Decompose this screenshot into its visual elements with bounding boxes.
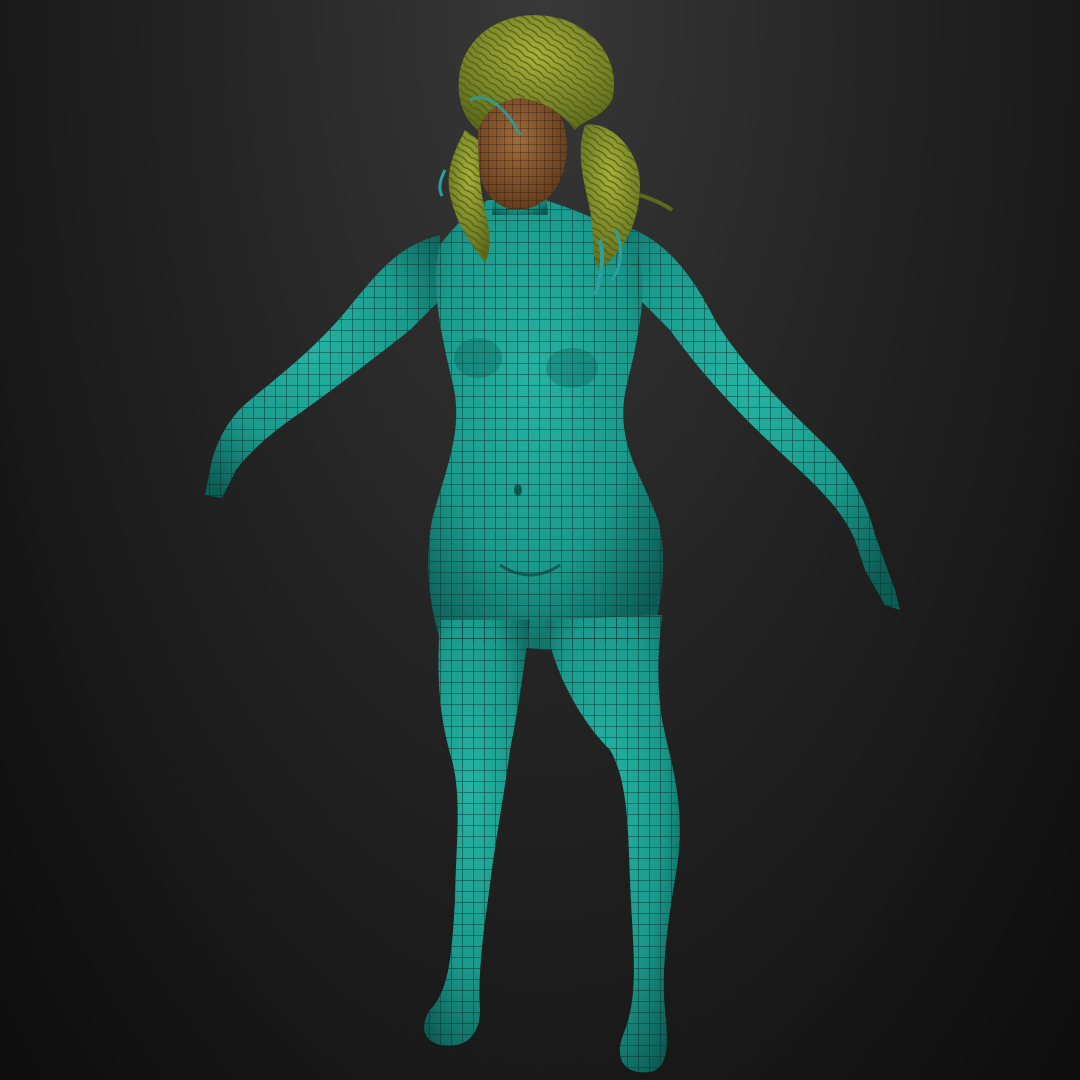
3d-viewport[interactable] <box>0 0 1080 1080</box>
body-mesh <box>205 180 900 1073</box>
head-mesh <box>478 94 567 210</box>
3d-model-figure <box>205 15 900 1073</box>
